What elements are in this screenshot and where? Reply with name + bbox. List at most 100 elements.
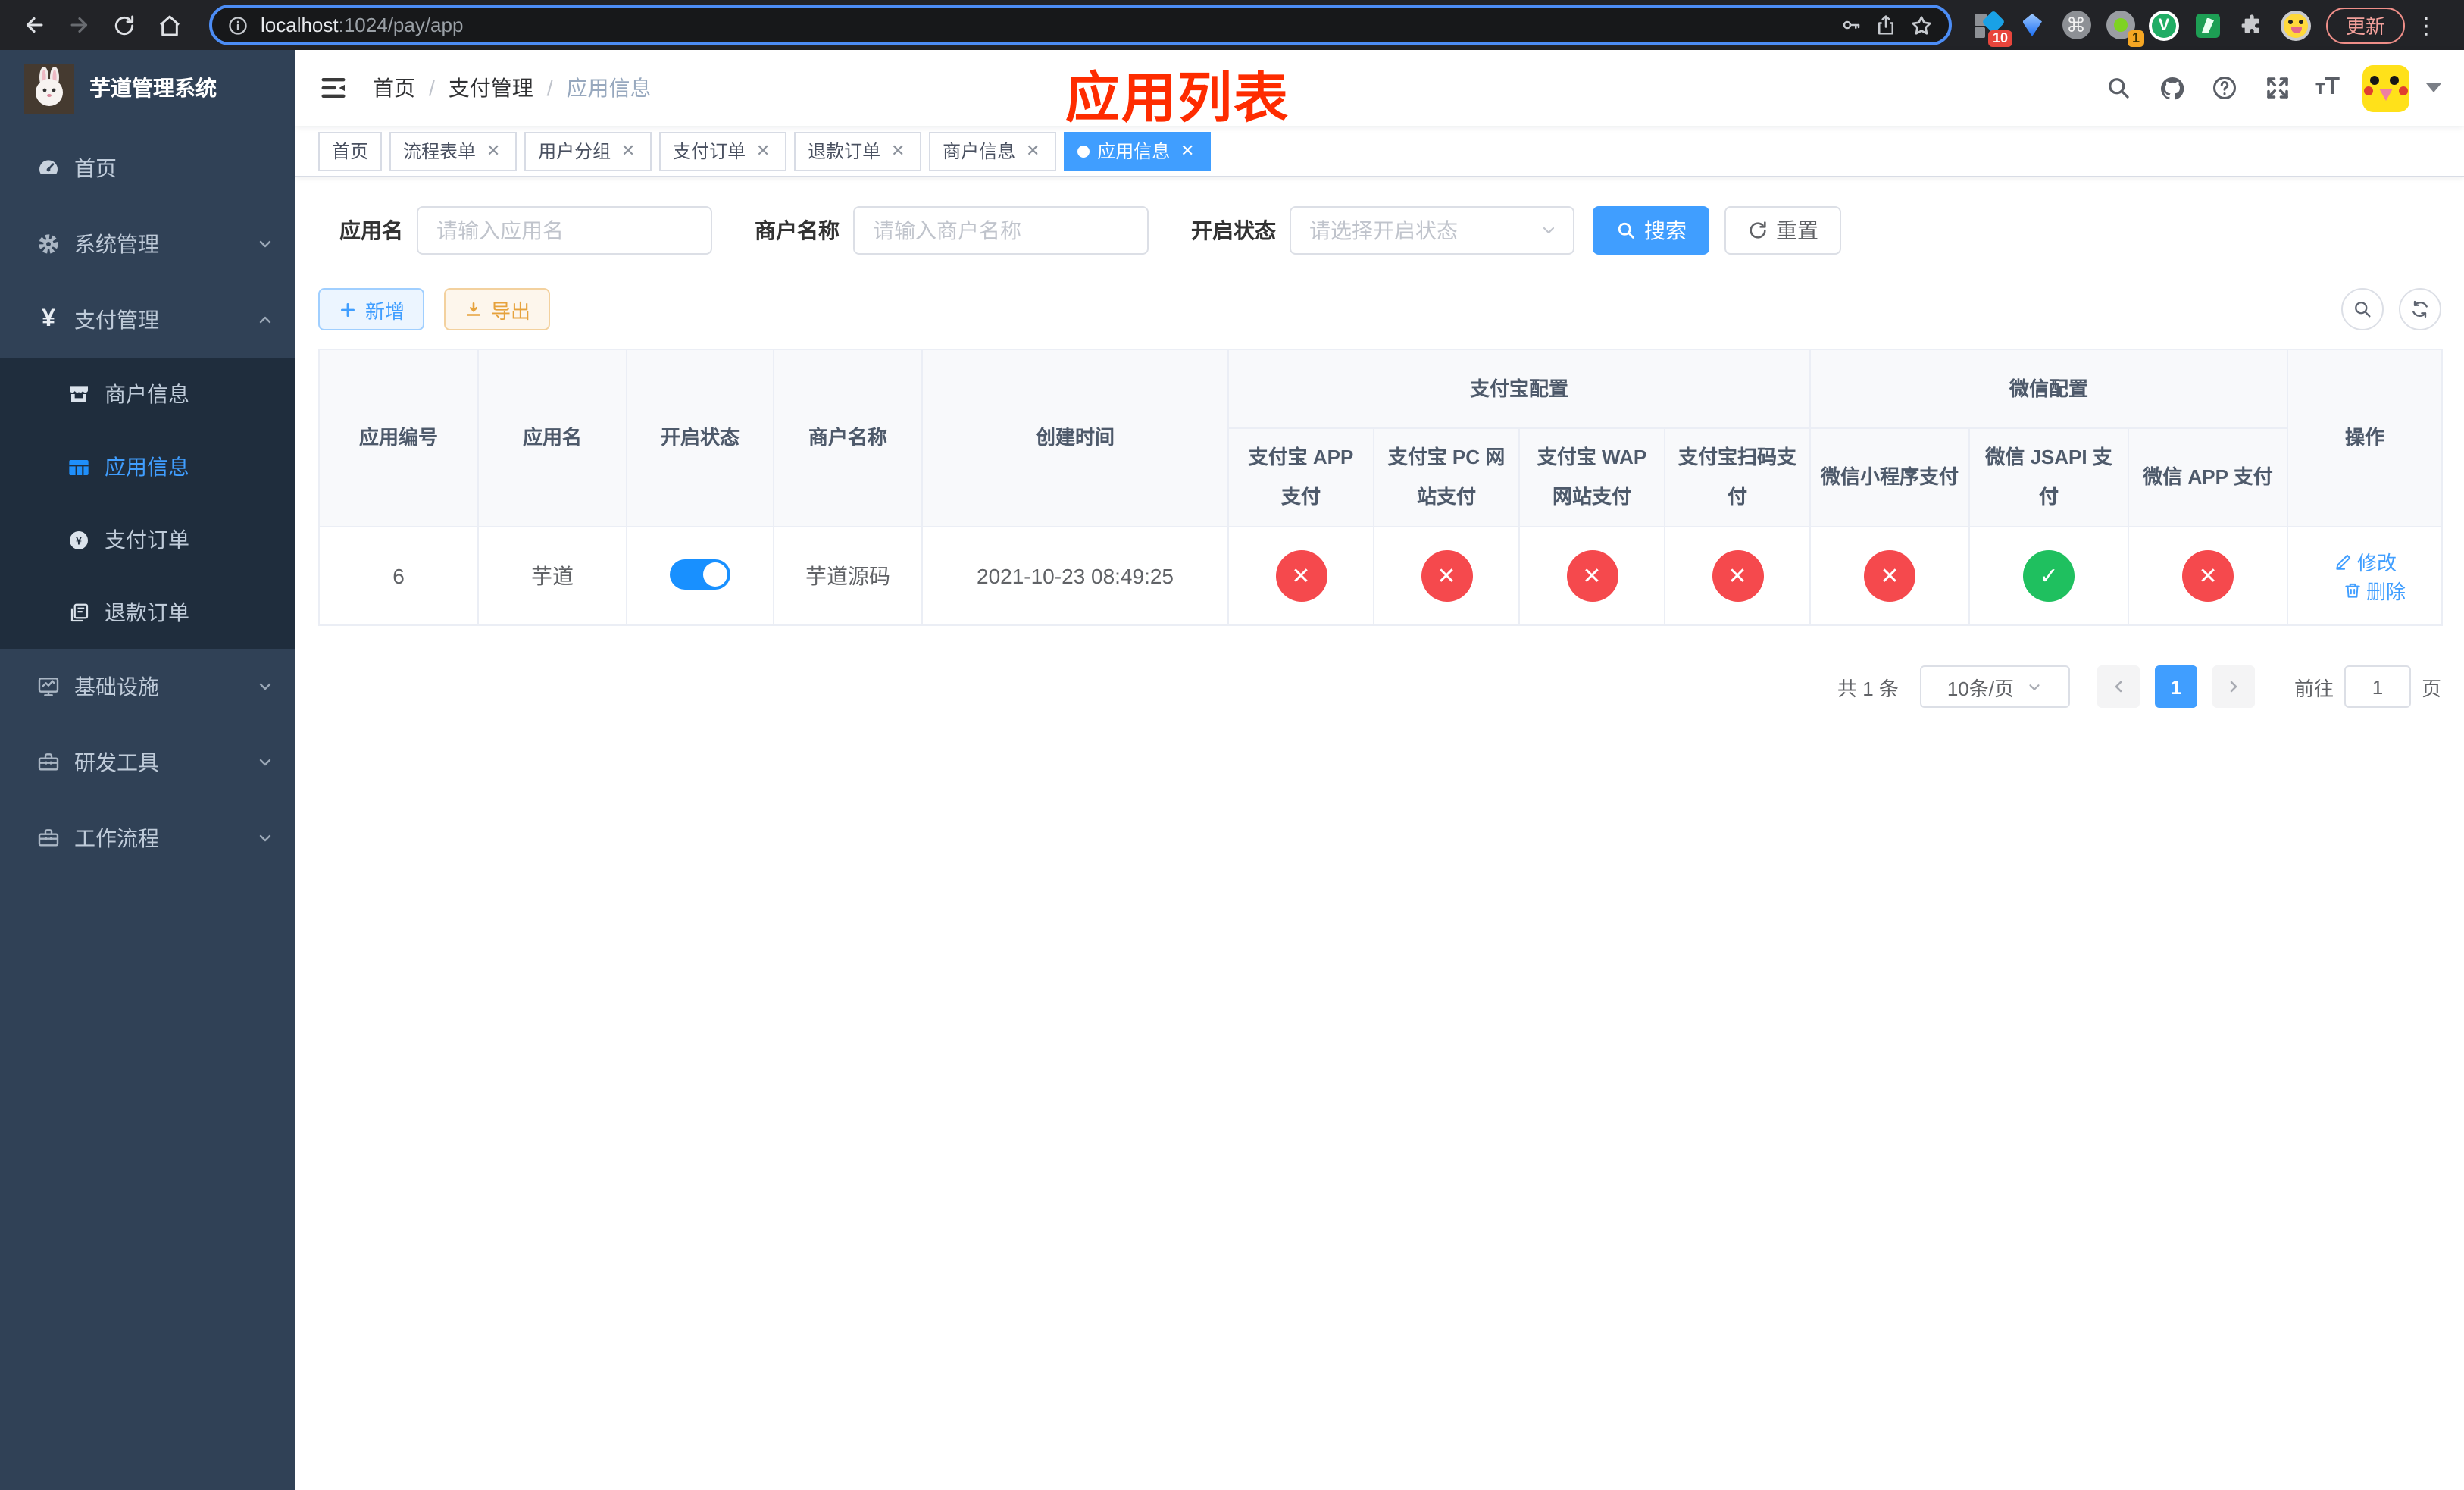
status-badge: [1275, 550, 1327, 602]
tab-label: 应用信息: [1097, 141, 1171, 162]
sidebar-item-system[interactable]: 系统管理: [0, 206, 295, 282]
toolbox-icon: [36, 750, 61, 775]
site-info-icon[interactable]: [227, 14, 249, 36]
breadcrumb: 首页 / 支付管理 / 应用信息: [373, 73, 652, 103]
app-logo-row[interactable]: 芋道管理系统: [0, 50, 295, 126]
status-badge: [1566, 550, 1618, 602]
tab-close-icon[interactable]: ✕: [753, 141, 773, 161]
tab-label: 支付订单: [673, 141, 746, 162]
header-search-icon[interactable]: [2103, 73, 2134, 103]
page-size-label: 10条/页: [1946, 677, 2014, 700]
sidebar-collapse-icon[interactable]: [318, 73, 349, 103]
browser-update-button[interactable]: 更新: [2326, 7, 2406, 43]
tab-close-icon[interactable]: ✕: [618, 141, 638, 161]
chevron-down-icon: [256, 753, 274, 772]
page-annotation-title: 应用列表: [1065, 67, 1290, 129]
col-wechat-app: 微信 APP 支付: [2128, 427, 2289, 527]
sidebar-item-workflow[interactable]: 工作流程: [0, 800, 295, 876]
app-name-input[interactable]: [417, 206, 712, 255]
chevron-down-icon: [1540, 221, 1558, 239]
tab-home[interactable]: 首页: [318, 131, 383, 171]
yen-icon: ¥: [42, 306, 55, 332]
export-button[interactable]: 导出: [444, 288, 551, 330]
chevron-up-icon: [256, 311, 274, 329]
add-button[interactable]: 新增: [318, 288, 425, 330]
sidebar-item-infrastructure[interactable]: 基础设施: [0, 649, 295, 725]
extension-recorder-icon[interactable]: 1: [2105, 10, 2144, 46]
sidebar: 芋道管理系统 首页 系统管理 ¥ 支付管理 商户信息 应用信息 ¥ 支付订单 退…: [0, 50, 295, 1490]
sidebar-item-label: 基础设施: [74, 675, 159, 699]
fullscreen-icon[interactable]: [2262, 73, 2293, 103]
breadcrumb-section[interactable]: 支付管理: [449, 73, 533, 103]
sidebar-item-dev-tools[interactable]: 研发工具: [0, 725, 295, 800]
goto-page-input[interactable]: [2344, 665, 2411, 708]
browser-reload-icon[interactable]: [106, 7, 142, 43]
sidebar-item-refund-orders[interactable]: 退款订单: [0, 576, 295, 649]
extension-gem-icon[interactable]: [2017, 10, 2047, 40]
user-menu-caret-icon[interactable]: [2426, 83, 2441, 92]
reset-button[interactable]: 重置: [1724, 206, 1841, 255]
font-size-icon[interactable]: TT: [2315, 74, 2340, 102]
tab-label: 退款订单: [808, 141, 881, 162]
status-select-placeholder: 请选择开启状态: [1309, 218, 1458, 243]
tab-close-icon[interactable]: ✕: [888, 141, 908, 161]
merchant-name-input[interactable]: [853, 206, 1149, 255]
edit-link[interactable]: 修改: [2333, 547, 2397, 576]
extension-leaf-icon[interactable]: [2193, 10, 2223, 40]
user-avatar[interactable]: [2362, 64, 2409, 111]
extension-vue-devtools-icon[interactable]: V: [2149, 10, 2179, 40]
browser-menu-icon[interactable]: ⋮: [2414, 11, 2438, 39]
extension-emoji-icon[interactable]: [2281, 10, 2311, 40]
tab-label: 流程表单: [403, 141, 477, 162]
breadcrumb-home[interactable]: 首页: [373, 73, 415, 103]
tab-refund-orders[interactable]: 退款订单 ✕: [794, 131, 922, 171]
col-app-name: 应用名: [477, 349, 627, 527]
browser-forward-icon[interactable]: [61, 7, 97, 43]
next-page-icon[interactable]: [2212, 665, 2255, 708]
sidebar-item-label: 支付管理: [74, 308, 159, 332]
extensions-puzzle-icon[interactable]: [2237, 10, 2267, 40]
tab-merchant-info[interactable]: 商户信息 ✕: [929, 131, 1057, 171]
share-icon[interactable]: [1875, 14, 1897, 36]
status-toggle[interactable]: [670, 559, 730, 589]
sidebar-item-merchant-info[interactable]: 商户信息: [0, 358, 295, 430]
sidebar-item-payment[interactable]: ¥ 支付管理: [0, 282, 295, 358]
extension-blocks-icon[interactable]: 10: [1973, 9, 2012, 46]
col-merchant: 商户名称: [773, 349, 923, 527]
page-size-select[interactable]: 10条/页: [1919, 665, 2070, 708]
browser-back-icon[interactable]: [15, 7, 52, 43]
browser-home-icon[interactable]: [152, 7, 188, 43]
refresh-table-icon[interactable]: [2399, 288, 2441, 330]
export-button-label: 导出: [491, 299, 531, 322]
tab-pay-orders[interactable]: 支付订单 ✕: [659, 131, 787, 171]
sidebar-item-pay-orders[interactable]: ¥ 支付订单: [0, 503, 295, 576]
tab-user-group[interactable]: 用户分组 ✕: [524, 131, 652, 171]
cell-alipay-app: [1227, 526, 1374, 626]
password-key-icon[interactable]: [1840, 14, 1862, 36]
tab-close-icon[interactable]: ✕: [483, 141, 503, 161]
cell-status: [626, 526, 774, 626]
prev-page-icon[interactable]: [2097, 665, 2140, 708]
tab-close-icon[interactable]: ✕: [1023, 141, 1043, 161]
breadcrumb-separator: /: [429, 76, 435, 100]
search-button[interactable]: 搜索: [1593, 206, 1709, 255]
sidebar-item-app-info[interactable]: 应用信息: [0, 430, 295, 503]
extension-command-icon[interactable]: ⌘: [2061, 10, 2091, 40]
browser-address-bar[interactable]: localhost:1024/pay/app: [209, 5, 1952, 45]
tab-process-form[interactable]: 流程表单 ✕: [389, 131, 518, 171]
status-badge: [1421, 550, 1472, 602]
tab-close-icon[interactable]: ✕: [1177, 141, 1197, 161]
sidebar-item-home[interactable]: 首页: [0, 130, 295, 206]
tab-app-info[interactable]: 应用信息 ✕: [1064, 131, 1212, 171]
help-icon[interactable]: [2209, 73, 2240, 103]
page-number-button[interactable]: 1: [2154, 665, 2197, 708]
github-icon[interactable]: [2156, 73, 2187, 103]
sidebar-item-label: 商户信息: [105, 382, 189, 406]
sidebar-item-label: 工作流程: [74, 826, 159, 850]
table-grid-icon: [67, 455, 91, 479]
bookmark-star-icon[interactable]: [1909, 13, 1934, 37]
hide-search-icon[interactable]: [2341, 288, 2384, 330]
delete-link[interactable]: 删除: [2342, 576, 2406, 605]
edit-link-label: 修改: [2357, 552, 2397, 574]
status-select[interactable]: 请选择开启状态: [1290, 206, 1574, 255]
